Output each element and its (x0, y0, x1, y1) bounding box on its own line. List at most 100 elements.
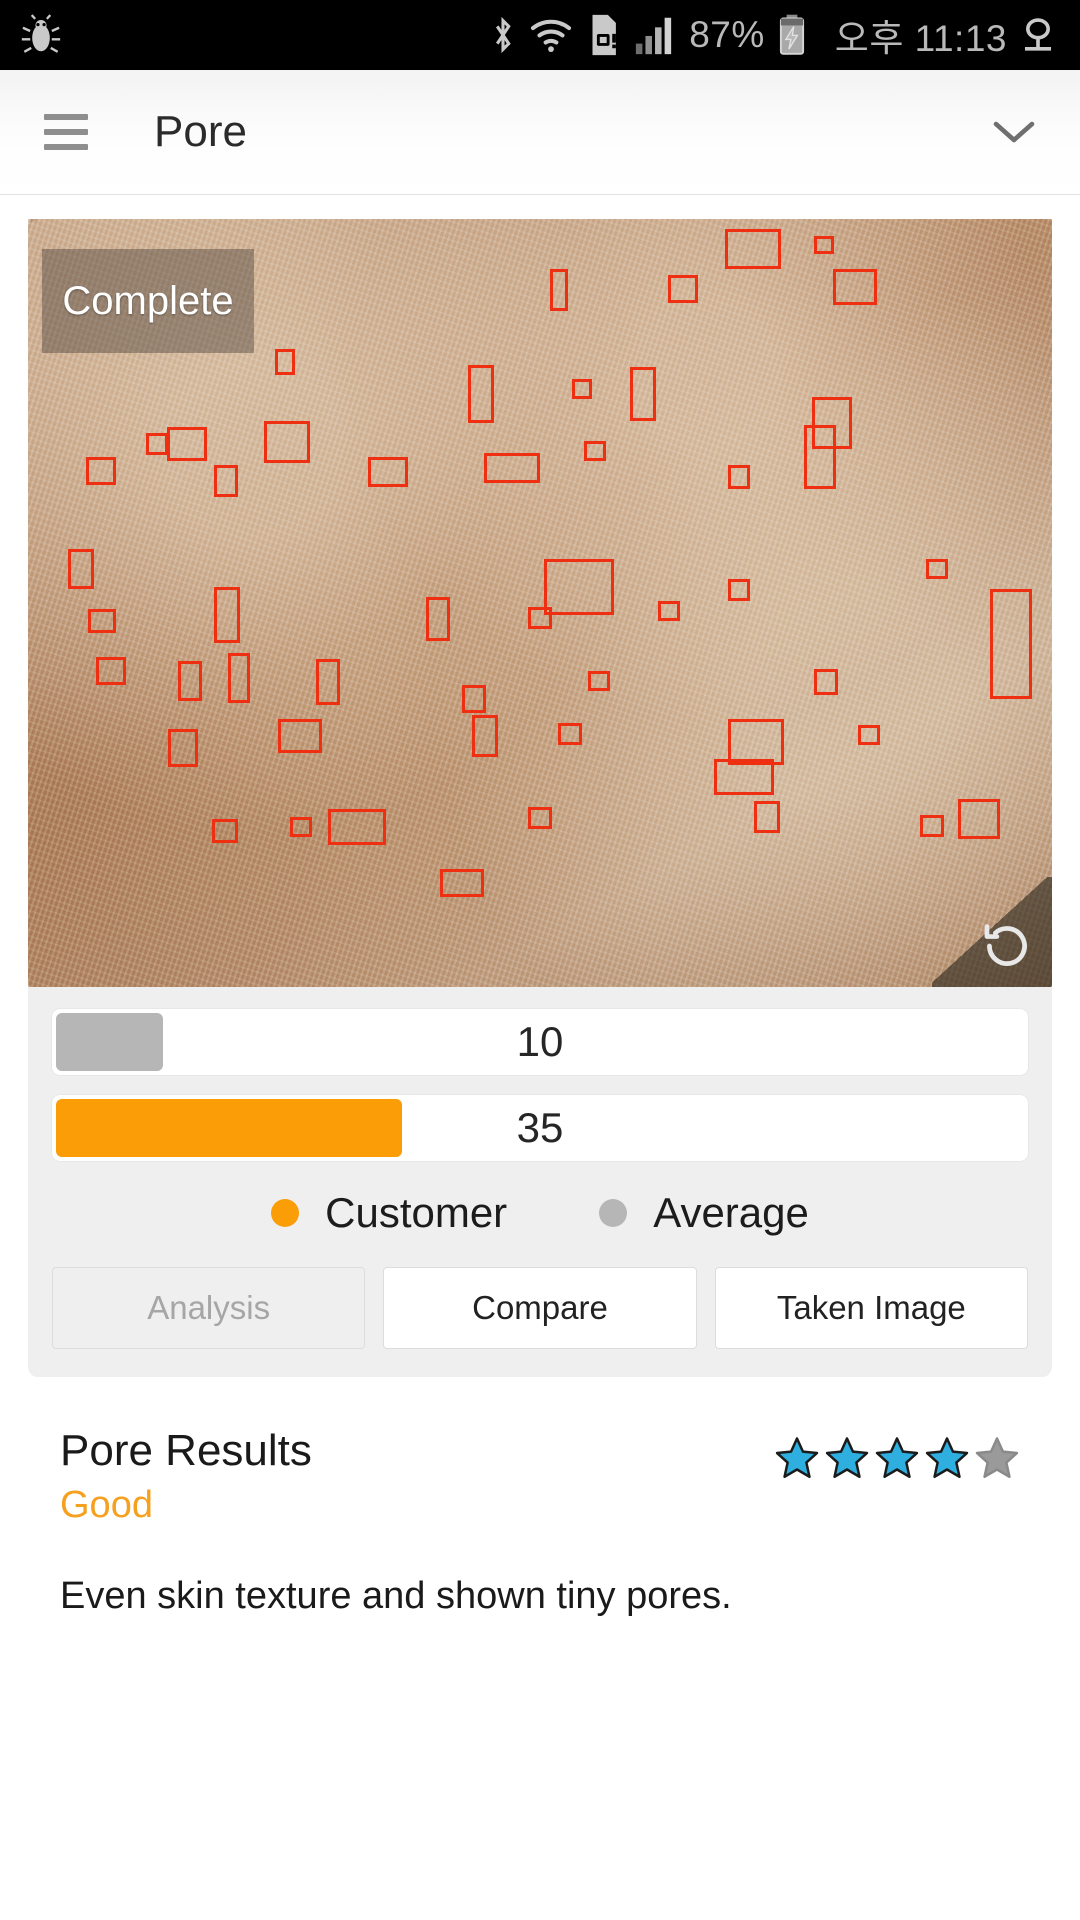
hamburger-line (44, 114, 88, 120)
pore-marker (804, 425, 836, 489)
pore-marker (462, 685, 486, 713)
pore-marker (814, 236, 834, 254)
results-section: Pore Results Good Even skin texture and … (0, 1377, 1080, 1618)
score-bars: 10 35 (28, 987, 1052, 1161)
legend-label-customer: Customer (325, 1189, 508, 1236)
tab-compare[interactable]: Compare (383, 1267, 697, 1349)
hamburger-menu-icon[interactable] (44, 114, 88, 150)
hamburger-line (44, 129, 88, 135)
view-mode-tabs: Analysis Compare Taken Image (28, 1267, 1052, 1349)
bar-value-customer: 35 (516, 1104, 564, 1151)
pore-marker (725, 229, 781, 269)
pore-marker (426, 597, 450, 641)
pore-marker (468, 365, 494, 423)
bar-row-customer: 35 (52, 1095, 1028, 1161)
pore-marker (146, 433, 168, 455)
pore-marker (668, 275, 698, 303)
pore-marker (178, 661, 202, 701)
pore-marker (926, 559, 948, 579)
pore-marker (264, 421, 310, 463)
pore-marker (167, 427, 207, 461)
legend-item-customer: Customer (271, 1189, 507, 1237)
pore-marker (278, 719, 322, 753)
bar-value-average: 10 (516, 1018, 564, 1065)
tab-taken-image[interactable]: Taken Image (714, 1267, 1028, 1349)
status-badge-label: Complete (62, 278, 234, 323)
pore-marker (528, 807, 552, 829)
chart-legend: Customer Average (28, 1189, 1052, 1237)
results-grade: Good (60, 1484, 153, 1526)
pore-marker (833, 269, 877, 305)
hamburger-line (44, 144, 88, 150)
page-title: Pore (154, 107, 247, 156)
wifi-icon (531, 19, 572, 53)
pore-marker (728, 579, 750, 601)
pore-marker (528, 607, 552, 629)
pore-marker (550, 269, 568, 311)
star-rating (774, 1423, 1020, 1481)
pore-marker (544, 559, 614, 615)
pore-marker (328, 809, 386, 845)
pore-marker (588, 671, 610, 691)
pore-marker (316, 659, 340, 705)
star-filled-icon (775, 1437, 819, 1479)
app-bar: Pore (0, 70, 1080, 195)
pore-marker (958, 799, 1000, 839)
pore-marker (814, 669, 838, 695)
skin-photo[interactable]: Complete (28, 219, 1052, 987)
pore-marker (558, 723, 582, 745)
bluetooth-icon (496, 16, 511, 54)
pore-marker (472, 715, 498, 757)
star-filled-icon (875, 1437, 919, 1479)
bug-icon (21, 14, 61, 53)
pore-marker (275, 349, 295, 375)
signal-bars-icon (636, 17, 672, 55)
results-header: Pore Results Good (60, 1423, 1020, 1527)
results-text-group: Pore Results Good (60, 1423, 312, 1527)
pore-marker (728, 465, 750, 489)
pore-marker (858, 725, 880, 745)
star-filled-icon (825, 1437, 869, 1479)
pore-marker (68, 549, 94, 589)
sim-card-alert-icon (592, 14, 617, 56)
rotate-ccw-icon[interactable] (932, 877, 1052, 987)
pore-marker (920, 815, 944, 837)
pore-marker (440, 869, 484, 897)
legend-dot-average-icon (599, 1199, 628, 1227)
bar-row-average: 10 (52, 1009, 1028, 1075)
status-bar-left (18, 12, 64, 58)
legend-dot-customer-icon (271, 1199, 300, 1227)
pore-marker (584, 441, 606, 461)
status-badge: Complete (42, 249, 254, 353)
pore-marker (290, 817, 312, 837)
star-empty-icon (975, 1437, 1019, 1479)
battery-percent-label: 87% (689, 14, 765, 55)
tab-analysis[interactable]: Analysis (52, 1267, 366, 1349)
status-bar-clock: 오후 11:13 (834, 18, 1007, 59)
pore-marker (754, 801, 780, 833)
star-filled-icon (925, 1437, 969, 1479)
pore-marker (96, 657, 126, 685)
pore-marker (168, 729, 198, 767)
pore-marker (630, 367, 656, 421)
pore-marker (86, 457, 116, 485)
pore-marker (658, 601, 680, 621)
analysis-card: Complete 10 35 Customer Average Analysis… (28, 219, 1052, 1377)
pore-marker (228, 653, 250, 703)
pore-marker (368, 457, 408, 487)
pore-marker (990, 589, 1032, 699)
status-bar: 87% 오후 11:13 (0, 0, 1080, 70)
status-bar-right: 87% 오후 11:13 (489, 8, 1058, 62)
legend-label-average: Average (653, 1189, 809, 1236)
results-title: Pore Results (60, 1426, 312, 1475)
chevron-down-icon[interactable] (986, 104, 1042, 160)
location-icon (1024, 18, 1052, 51)
pore-marker (484, 453, 540, 483)
pore-marker (212, 819, 238, 843)
pore-marker (714, 759, 774, 795)
pore-marker (214, 587, 240, 643)
battery-charging-icon (779, 14, 804, 55)
pore-marker (214, 465, 238, 497)
results-description: Even skin texture and shown tiny pores. (60, 1575, 732, 1617)
legend-item-average: Average (599, 1189, 809, 1237)
